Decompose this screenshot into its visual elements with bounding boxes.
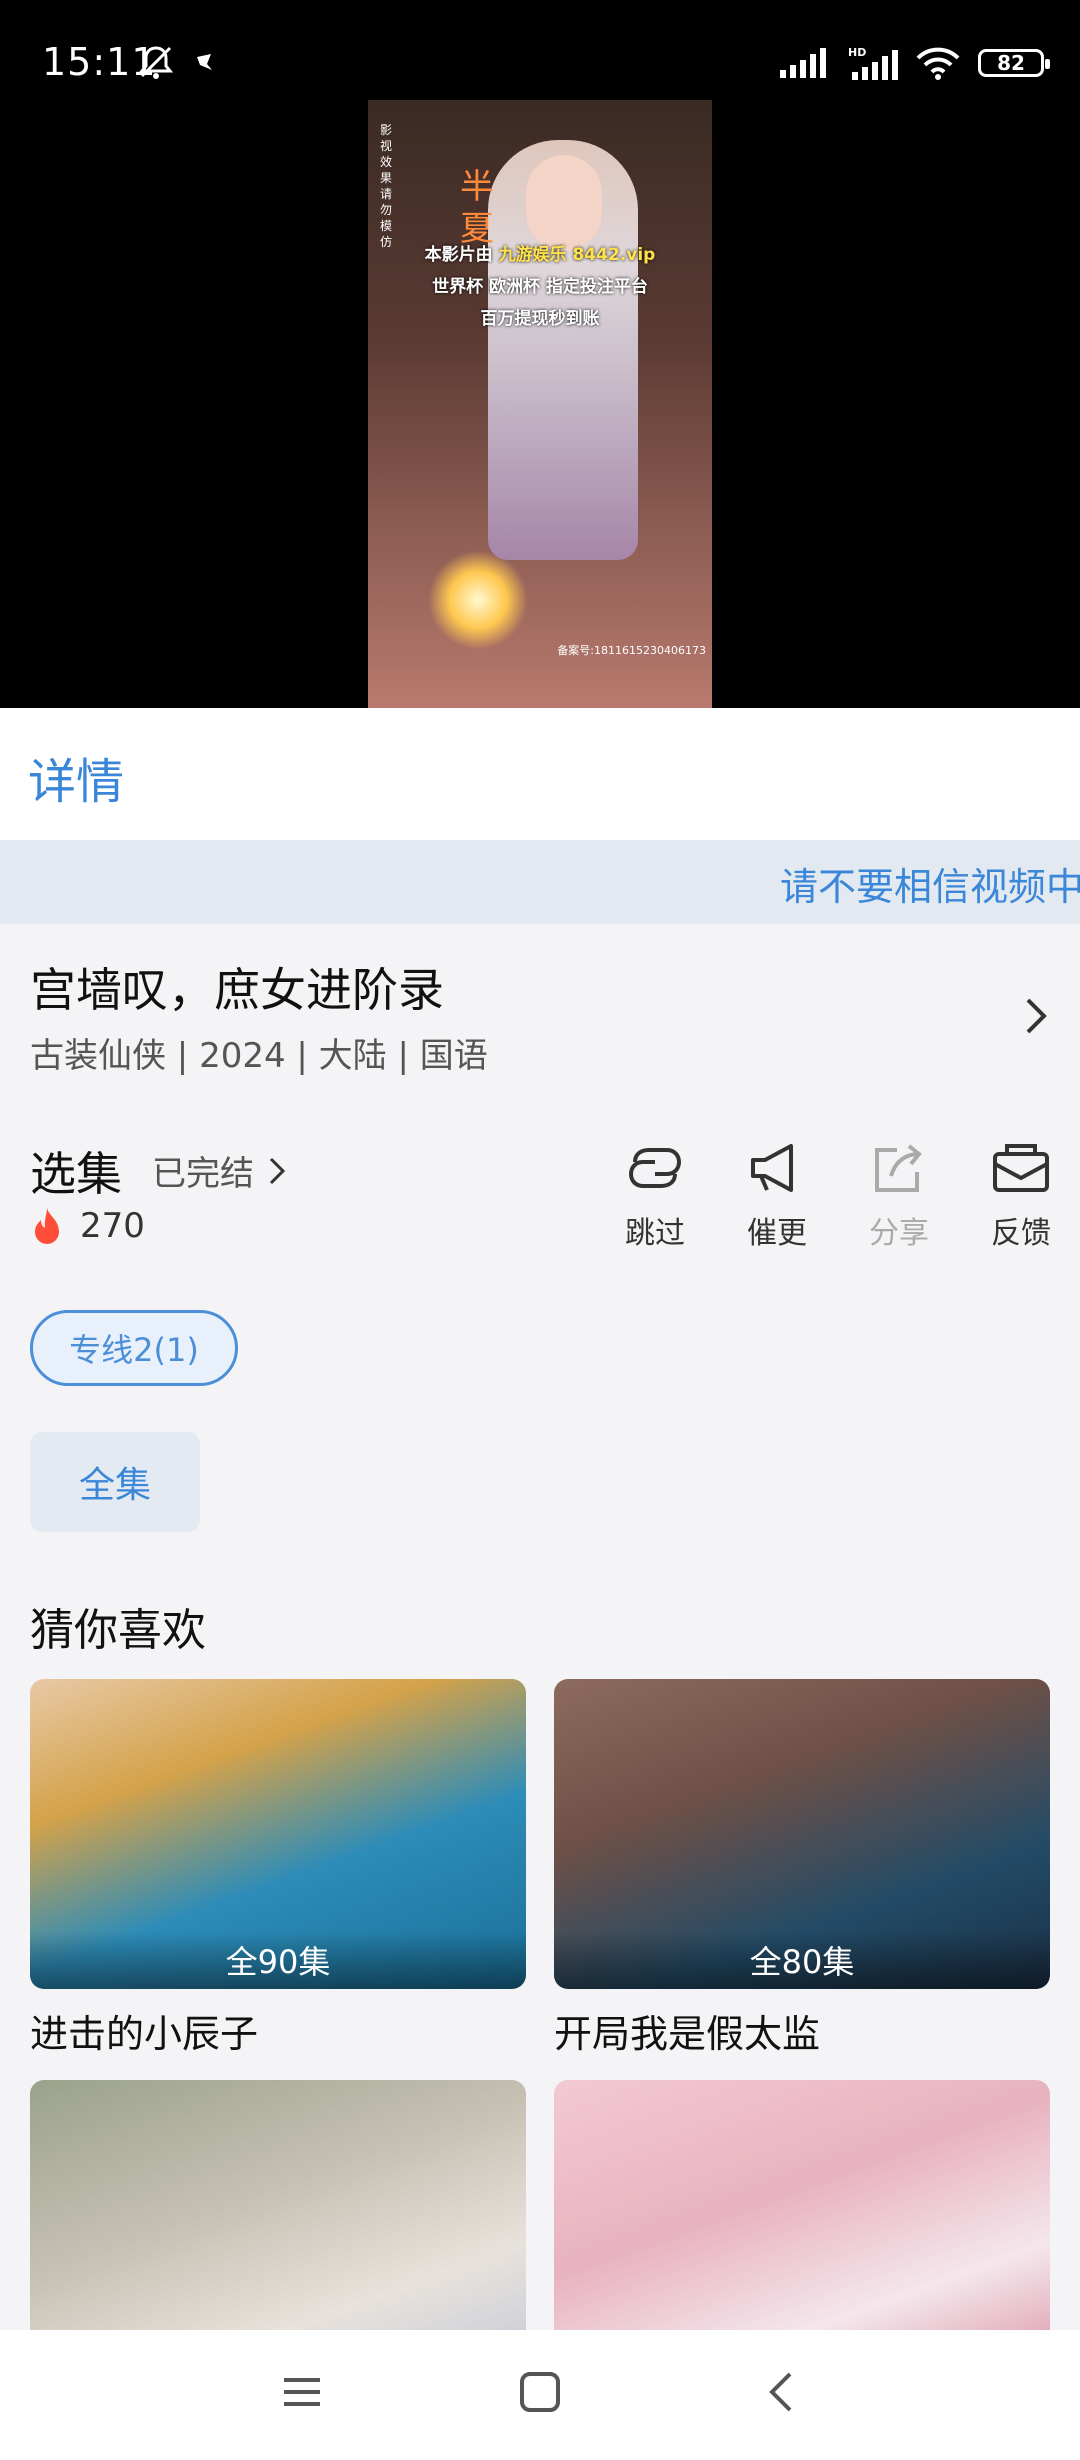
all-episodes-button[interactable]: 全集 [30,1432,200,1532]
recommend-title: 猜你喜欢 [30,1605,206,1656]
feedback-mail-icon [993,1144,1049,1192]
battery-level: 82 [997,51,1025,75]
video-registration: 备案号:1811615230406173 [557,644,706,657]
menu-icon[interactable] [280,2370,324,2414]
battery-icon: 82 [978,49,1050,77]
show-title[interactable]: 宫墙叹，庶女进阶录 [30,954,444,1020]
tab-detail[interactable]: 详情 [28,742,124,812]
video-player[interactable]: 影视效果请勿模仿 半夏 本影片由 九游娱乐 8442.vip 世界杯 欧洲杯 指… [0,100,1080,708]
recommend-thumbnail[interactable] [554,2080,1050,2330]
feedback-label: 反馈 [991,1216,1051,1251]
episodes-label: 选集 [30,1147,122,1201]
home-icon[interactable] [518,2370,562,2414]
app-notification-icon [197,54,212,70]
feedback-button[interactable]: 反馈 [976,1140,1066,1252]
recommend-card[interactable]: 全90集 进击的小辰子 [30,1679,526,2058]
recommend-name[interactable]: 开局我是假太监 [554,2003,1050,2058]
recommend-thumbnail[interactable]: 全90集 [30,1679,526,1989]
show-meta: 古装仙侠 | 2024 | 大陆 | 国语 [30,1036,488,1076]
fire-icon [35,1208,59,1244]
episode-count-badge: 全80集 [554,1931,1050,1989]
signal-hd-icon: HD [848,46,898,80]
megaphone-icon [751,1144,793,1192]
heat-count: 270 [30,1206,145,1246]
detail-tab-bar: 详情 [0,708,1080,840]
heat-value: 270 [80,1206,145,1246]
recommend-thumbnail[interactable] [30,2080,526,2330]
skip-link-icon [628,1148,682,1188]
recommend-card[interactable] [30,2080,526,2330]
detail-content: 宫墙叹，庶女进阶录 古装仙侠 | 2024 | 大陆 | 国语 选集 已完结 2… [0,924,1080,2330]
recommend-thumbnail[interactable]: 全80集 [554,1679,1050,1989]
share-button[interactable]: 分享 [854,1140,944,1252]
system-nav-bar [0,2330,1080,2460]
recommend-name[interactable]: 进击的小辰子 [30,2003,526,2058]
video-ad-line3: 百万提现秒到账 [480,309,600,329]
chevron-right-icon [269,1157,286,1184]
notice-marquee: 请不要相信视频中的任何广告 [0,840,1080,924]
episodes-status-button[interactable]: 已完结 [152,1146,286,1195]
video-vertical-notice: 影视效果请勿模仿 [380,123,393,249]
episodes-status: 已完结 [152,1154,254,1194]
video-ad-line2: 世界杯 欧洲杯 指定投注平台 [432,277,648,297]
video-watermark-title: 半夏 [460,167,494,249]
back-icon[interactable] [760,2370,804,2414]
share-label: 分享 [869,1216,929,1251]
svg-text:HD: HD [848,46,866,59]
video-ad-line1: 本影片由 九游娱乐 8442.vip [424,245,656,265]
wifi-icon [916,47,960,80]
urge-update-button[interactable]: 催更 [732,1140,822,1252]
signal-icon [780,48,826,78]
status-bar: 15:11 HD 82 [0,0,1080,100]
skip-button[interactable]: 跳过 [610,1140,700,1252]
notice-text: 请不要相信视频中的任何广告 [780,865,1080,909]
recommend-card[interactable]: 全80集 开局我是假太监 [554,1679,1050,2058]
share-icon [875,1144,922,1192]
chevron-right-icon[interactable] [1022,994,1050,1038]
video-frame[interactable]: 影视效果请勿模仿 半夏 本影片由 九游娱乐 8442.vip 世界杯 欧洲杯 指… [368,100,712,708]
episode-count-badge: 全90集 [30,1931,526,1989]
urge-update-label: 催更 [747,1216,807,1251]
line-selector-chip[interactable]: 专线2(1) [30,1310,238,1386]
recommend-card[interactable] [554,2080,1050,2330]
skip-label: 跳过 [625,1216,685,1251]
mute-bell-icon [138,46,174,79]
